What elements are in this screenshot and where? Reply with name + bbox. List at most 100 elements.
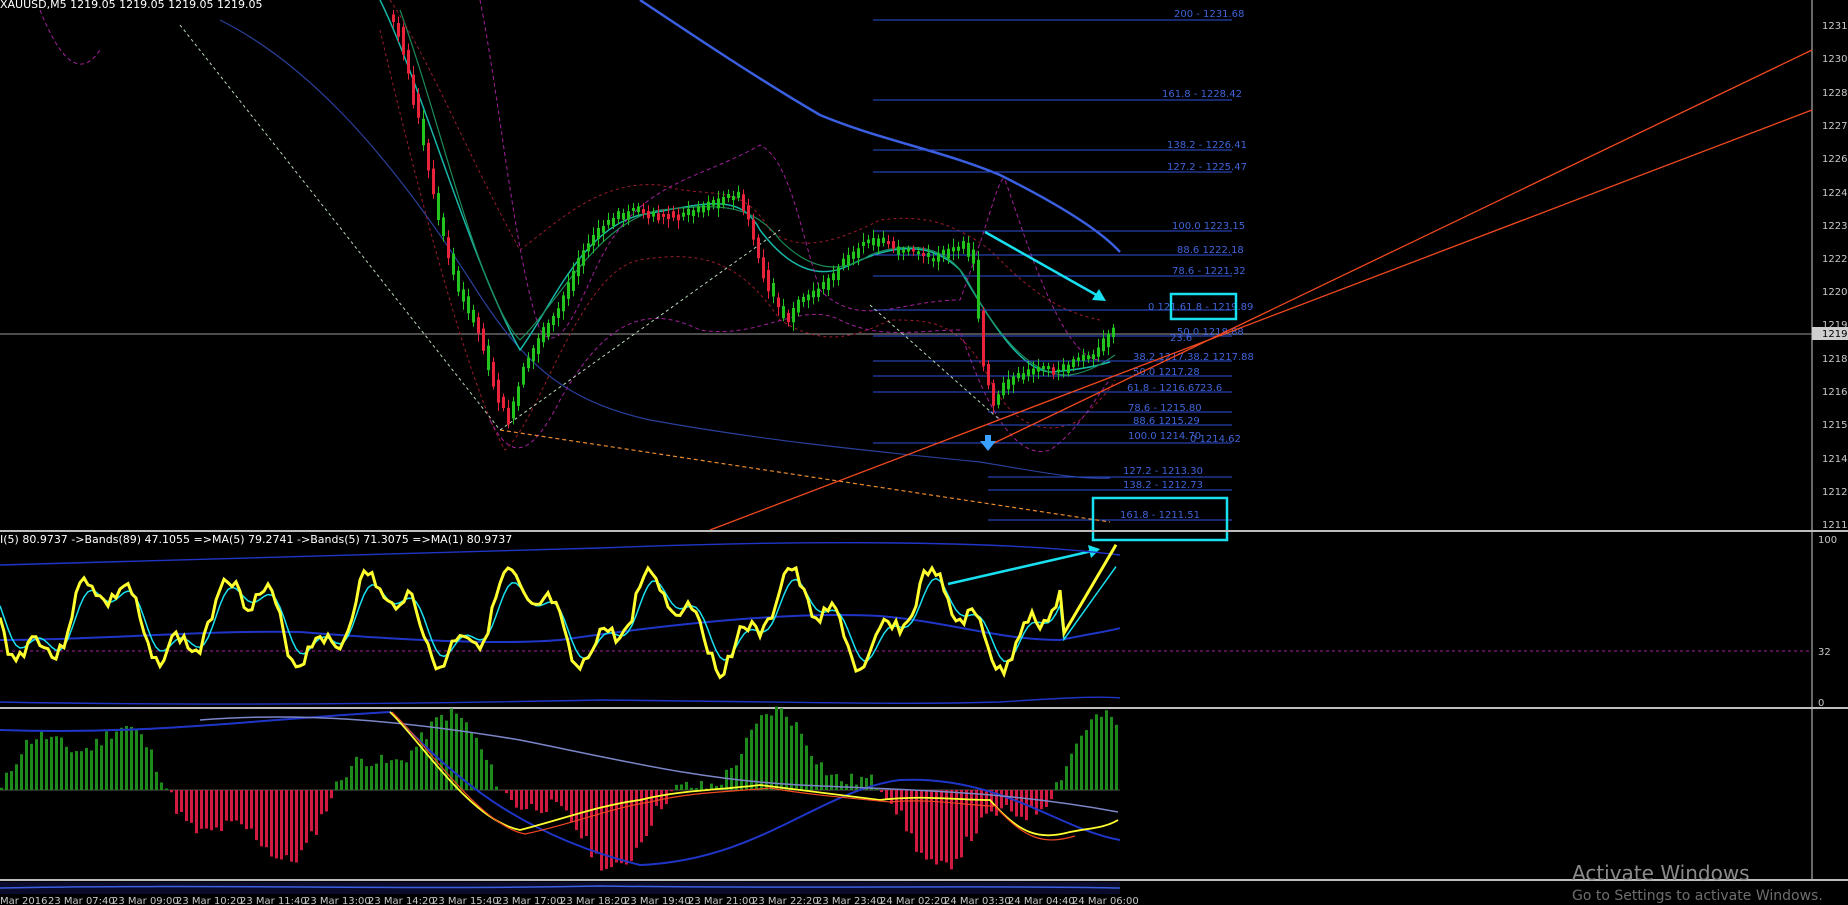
histogram-bar — [805, 745, 808, 790]
candle — [532, 348, 535, 362]
histogram-bar — [355, 756, 358, 790]
histogram-bar — [475, 737, 478, 790]
ma-200-line — [639, 0, 1121, 253]
candle — [972, 249, 975, 264]
fib-label: 61.8 - 1216.67 — [1127, 383, 1201, 394]
time-tick: 23 Mar 09:00 — [112, 896, 179, 905]
candle — [507, 407, 510, 425]
histogram-bar — [765, 714, 768, 790]
price-tick: 1215.3 — [1822, 420, 1848, 431]
time-tick: 23 Mar 21:00 — [688, 896, 755, 905]
fib-label: 0 121.61.8 - 1219.89 — [1148, 302, 1253, 313]
candle — [882, 237, 885, 243]
histogram-bar — [540, 790, 543, 814]
histogram-bar — [25, 739, 28, 790]
histogram-bar — [795, 722, 798, 790]
candle — [967, 242, 970, 257]
candle — [717, 198, 720, 209]
time-tick: 23 Mar 17:00 — [496, 896, 563, 905]
histogram-bar — [290, 790, 293, 862]
candle — [542, 327, 545, 343]
price-tick: 1220.7 — [1822, 287, 1848, 298]
trading-chart[interactable]: XAUUSD,M5 1219.05 1219.05 1219.05 1219.0… — [0, 0, 1848, 905]
candle — [742, 194, 745, 211]
candle — [1022, 373, 1025, 380]
histogram-bar — [5, 772, 8, 790]
time-tick: 24 Mar 03:30 — [944, 896, 1011, 905]
candle — [1067, 364, 1070, 373]
price-tick: 1212.6 — [1822, 487, 1848, 498]
candle — [752, 219, 755, 240]
histogram-bar — [490, 764, 493, 790]
histogram-bar — [535, 790, 538, 811]
candle — [867, 239, 870, 244]
histogram-bar — [695, 788, 698, 790]
candle — [667, 214, 670, 220]
histogram-bar — [115, 731, 118, 790]
candle — [977, 259, 980, 319]
histogram-bar — [760, 715, 763, 790]
histogram-bar — [415, 746, 418, 790]
histogram-bar — [185, 790, 188, 822]
candle — [457, 270, 460, 292]
candle — [562, 295, 565, 312]
histogram-bar — [170, 790, 173, 793]
histogram-bar — [80, 751, 83, 790]
time-tick: 23 Mar 11:40 — [240, 896, 307, 905]
histogram-bar — [220, 790, 223, 832]
time-tick: 24 Mar 06:00 — [1072, 896, 1139, 905]
histogram-bar — [75, 751, 78, 790]
histogram-bar — [690, 787, 693, 790]
candle — [1007, 379, 1010, 390]
histogram-bar — [525, 790, 528, 810]
time-tick: 23 Mar 07:40 — [48, 896, 115, 905]
price-tick: 1211.3 — [1822, 520, 1848, 531]
candle — [652, 212, 655, 217]
candle — [657, 213, 660, 221]
histogram-bar — [955, 790, 958, 859]
candle — [777, 297, 780, 308]
histogram-bar — [570, 790, 573, 823]
candle — [947, 248, 950, 259]
histogram-bar — [15, 764, 18, 790]
candle — [412, 74, 415, 105]
histogram-bar — [285, 790, 288, 856]
candle — [557, 308, 560, 318]
histogram-bar — [585, 790, 588, 837]
histogram-bar — [230, 790, 233, 822]
candle — [397, 23, 400, 37]
candle — [702, 205, 705, 213]
histogram-bar — [10, 771, 13, 790]
histogram-bar — [300, 790, 303, 851]
candle — [1092, 354, 1095, 360]
trend-channel-lower — [709, 109, 1813, 531]
price-tick: 1231.4 — [1822, 21, 1848, 32]
fib-label: 138.2 - 1212.73 — [1123, 480, 1203, 491]
price-tick: 1222.0 — [1822, 254, 1848, 265]
histogram-bar — [375, 763, 378, 790]
candle — [997, 394, 1000, 405]
candle — [417, 93, 420, 118]
histogram-bar — [60, 737, 63, 790]
histogram-bar — [280, 790, 283, 860]
histogram-bar — [920, 790, 923, 853]
histogram-bar — [640, 790, 643, 843]
candle — [487, 345, 490, 371]
histogram-bar — [200, 790, 203, 829]
candle — [837, 267, 840, 281]
osc-axis-top: 100 — [1818, 535, 1837, 546]
histogram-bar — [1000, 790, 1003, 809]
histogram-bar — [840, 781, 843, 790]
histogram-bar — [600, 790, 603, 871]
histogram-bar — [905, 790, 908, 832]
candle — [537, 338, 540, 355]
histogram-bar — [95, 738, 98, 790]
histogram-bar — [945, 790, 948, 863]
histogram-bar — [445, 720, 448, 790]
histogram-bar — [485, 759, 488, 790]
price-tick: 1218.0 — [1822, 354, 1848, 365]
oscillator-panel: I(5) 80.9737 ->Bands(89) 47.1055 =>MA(5)… — [0, 532, 1837, 709]
candle — [687, 208, 690, 216]
histogram-bar — [120, 727, 123, 790]
candle — [1072, 359, 1075, 368]
